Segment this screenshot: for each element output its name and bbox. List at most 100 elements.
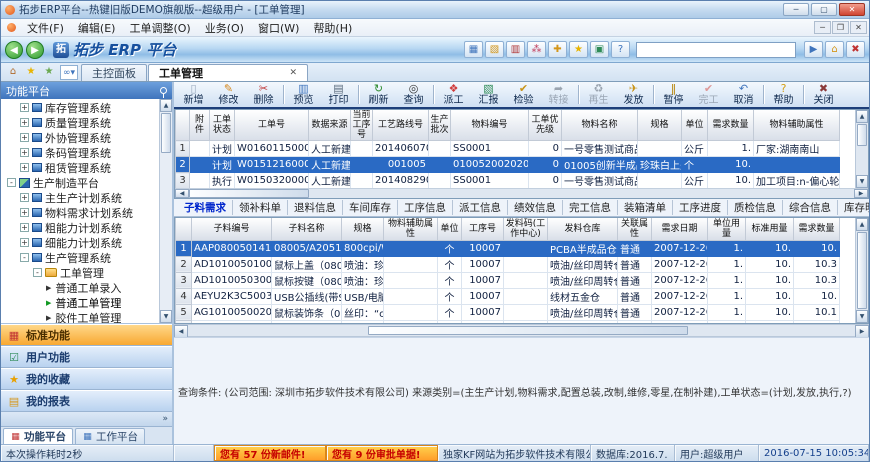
tree-item[interactable]: -生产管理系统 <box>1 250 159 265</box>
dispatch-button[interactable]: ❖派工 <box>436 82 471 107</box>
home-icon[interactable]: ⌂ <box>825 41 844 58</box>
column-header[interactable]: 发料仓库 <box>548 218 618 240</box>
scroll-up-icon[interactable]: ▲ <box>856 218 868 231</box>
quick-search-input[interactable] <box>636 42 796 58</box>
panel-collapse-strip[interactable]: » <box>1 412 172 426</box>
work-order-grid-vscroll[interactable]: ▲ ▼ <box>855 110 868 188</box>
expand-toggle[interactable]: + <box>20 223 29 232</box>
column-header[interactable]: 当前工序号 <box>351 110 373 141</box>
sidebar-panel-user-functions[interactable]: ☑用户功能 <box>1 346 172 368</box>
material-row[interactable]: 1AAP08005014102008005/A2051+M(800cpi/W(个… <box>176 240 840 256</box>
menu-item[interactable]: 窗口(W) <box>251 19 306 37</box>
column-header[interactable]: 生产批次 <box>429 110 451 141</box>
tree-item[interactable]: +质量管理系统 <box>1 115 159 130</box>
subtab[interactable]: 工序进度 <box>673 200 728 215</box>
subtab[interactable]: 装箱清单 <box>618 200 673 215</box>
column-header[interactable]: 物料名称 <box>562 110 638 141</box>
forward-icon[interactable]: ▶ <box>26 41 44 59</box>
scroll-thumb[interactable] <box>189 189 309 198</box>
column-header[interactable]: 需求数量 <box>794 218 840 240</box>
menu-item[interactable]: 工单调整(O) <box>122 19 197 37</box>
column-header[interactable]: 单位 <box>438 218 462 240</box>
address-book-icon[interactable]: ▥ <box>506 41 525 58</box>
edit-button[interactable]: ✎修改 <box>211 82 246 107</box>
tree-item[interactable]: +条码管理系统 <box>1 145 159 160</box>
scroll-thumb[interactable] <box>368 326 688 335</box>
column-header[interactable]: 工单号 <box>235 110 309 141</box>
subtab[interactable]: 完工信息 <box>563 200 618 215</box>
tree-item[interactable]: +主生产计划系统 <box>1 190 159 205</box>
expand-toggle[interactable]: - <box>20 253 29 262</box>
expand-toggle[interactable]: + <box>20 148 29 157</box>
mdi-minimize-button[interactable]: ─ <box>814 21 831 34</box>
tree-item[interactable]: +粗能力计划系统 <box>1 220 159 235</box>
inspect-button[interactable]: ✔检验 <box>506 82 541 107</box>
expand-toggle[interactable]: - <box>33 268 42 277</box>
expand-toggle[interactable]: + <box>20 103 29 112</box>
column-header[interactable]: 单位用量 <box>708 218 746 240</box>
subtab[interactable]: 绩效信息 <box>508 200 563 215</box>
minimize-button[interactable]: ─ <box>783 3 809 16</box>
column-header[interactable]: 工艺路线号 <box>373 110 429 141</box>
home-icon[interactable]: ⌂ <box>5 65 21 80</box>
column-header[interactable]: 规格 <box>638 110 682 141</box>
org-chart-icon[interactable]: ⁂ <box>527 41 546 58</box>
release-button[interactable]: ✈发放 <box>616 82 651 107</box>
scroll-thumb[interactable] <box>161 113 171 153</box>
new-folder-icon[interactable]: ✚ <box>548 41 567 58</box>
column-header[interactable]: 需求日期 <box>652 218 708 240</box>
preview-button[interactable]: ▥预览 <box>286 82 321 107</box>
expand-toggle[interactable]: + <box>20 118 29 127</box>
cancel-button[interactable]: ↶取消 <box>726 82 761 107</box>
column-header[interactable]: 发料码(工作中心) <box>504 218 548 240</box>
transfer-button[interactable]: ➦转接 <box>541 82 576 107</box>
subtab[interactable]: 子料需求 <box>178 200 233 215</box>
search-button[interactable]: ◎查询 <box>396 82 431 107</box>
favorite-star-icon[interactable]: ★ <box>23 65 39 80</box>
expand-toggle[interactable]: + <box>20 133 29 142</box>
work-order-row[interactable]: 1计划W016011500002人工新建201406070SS00010一号零售… <box>176 141 840 157</box>
detail-grid-hscroll[interactable]: ◀ ▶ <box>174 324 869 337</box>
favorite-star-alt-icon[interactable]: ★ <box>41 65 57 80</box>
material-row[interactable]: 6AL2100000000000透镜无色透明带个10007鼠标/接收器塑胶普通2… <box>176 320 840 323</box>
scroll-down-icon[interactable]: ▼ <box>856 175 868 188</box>
help-button[interactable]: ?帮助 <box>766 82 801 107</box>
finish-button[interactable]: ✔完工 <box>691 82 726 107</box>
material-row[interactable]: 3AD1010050300201鼠标按键（08005）喷油：珍珠个10007喷油… <box>176 272 840 288</box>
scroll-up-icon[interactable]: ▲ <box>160 99 172 112</box>
go-selector[interactable]: ∞ ▾ <box>60 65 78 80</box>
detail-grid-vscroll[interactable]: ▲ ▼ <box>855 218 868 323</box>
work-order-grid-hscroll[interactable]: ◀ ▶ <box>175 188 868 198</box>
scroll-left-icon[interactable]: ◀ <box>175 189 189 198</box>
tree-item[interactable]: +租赁管理系统 <box>1 160 159 175</box>
refresh-button[interactable]: ↻刷新 <box>361 82 396 107</box>
tab-work-order-management[interactable]: 工单管理 ✕ <box>148 64 308 81</box>
column-header[interactable]: 标准用量 <box>746 218 794 240</box>
scroll-up-icon[interactable]: ▲ <box>856 110 868 123</box>
open-folder-icon[interactable]: ▧ <box>485 41 504 58</box>
pin-icon[interactable] <box>160 87 167 94</box>
menu-item[interactable]: 编辑(E) <box>71 19 123 37</box>
column-header[interactable]: 工单优先级 <box>529 110 562 141</box>
menu-item[interactable]: 文件(F) <box>20 19 71 37</box>
tree-item[interactable]: -生产制造平台 <box>1 175 159 190</box>
mdi-close-button[interactable]: ✕ <box>850 21 867 34</box>
scroll-down-icon[interactable]: ▼ <box>160 310 172 323</box>
column-header[interactable]: 子料编号 <box>192 218 272 240</box>
subtab[interactable]: 质检信息 <box>728 200 783 215</box>
close-button[interactable]: ✕ <box>839 3 865 16</box>
scroll-down-icon[interactable]: ▼ <box>856 310 868 323</box>
tree-item[interactable]: +细能力计划系统 <box>1 235 159 250</box>
sidebar-bottom-tab[interactable]: ▦工作平台 <box>75 428 145 444</box>
expand-toggle[interactable]: - <box>7 178 16 187</box>
expand-toggle[interactable]: + <box>20 238 29 247</box>
work-order-row[interactable]: 3执行W015032000001人工新建201408290SS00010一号零售… <box>176 173 840 189</box>
column-header[interactable]: 子料名称 <box>272 218 342 240</box>
subtab[interactable]: 领补料单 <box>233 200 288 215</box>
sidebar-panel-my-reports[interactable]: ▤我的报表 <box>1 390 172 412</box>
expand-toggle[interactable]: + <box>20 163 29 172</box>
close-button[interactable]: ✖关闭 <box>806 82 841 107</box>
tab-main-dashboard[interactable]: 主控面板 <box>81 64 147 81</box>
status-approval-alert[interactable]: 您有 9 份审批单据! <box>326 445 438 461</box>
menu-item[interactable]: 业务(O) <box>198 19 251 37</box>
